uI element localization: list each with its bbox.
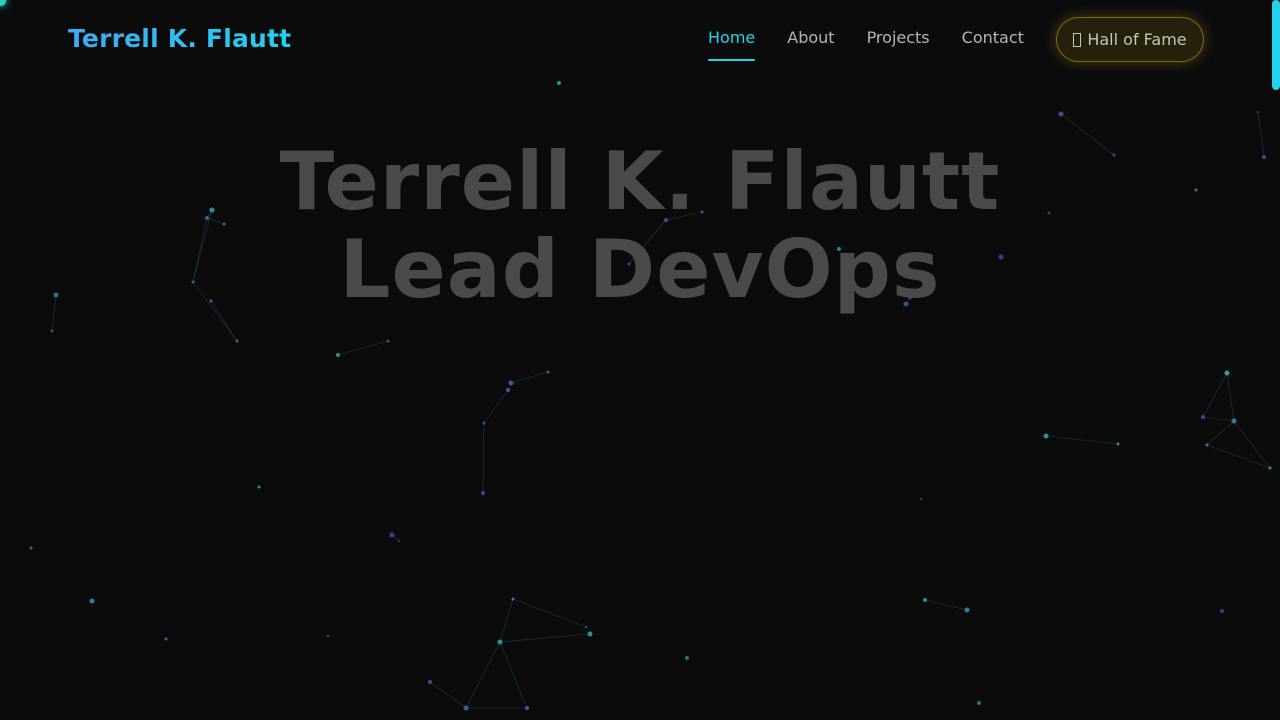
nav-link-projects[interactable]: Projects: [867, 28, 930, 61]
scrollbar-thumb[interactable]: [1272, 0, 1280, 90]
nav-link-about[interactable]: About: [787, 28, 834, 61]
page: Terrell K. Flautt Home About Projects Co…: [0, 0, 1280, 720]
nav-link-contact[interactable]: Contact: [962, 28, 1024, 61]
navbar: Terrell K. Flautt Home About Projects Co…: [0, 0, 1280, 80]
nav-link-home[interactable]: Home: [708, 28, 756, 61]
hall-of-fame-label: Hall of Fame: [1087, 30, 1187, 49]
brand-logo-text[interactable]: Terrell K. Flautt: [68, 24, 291, 54]
hero-title-line-name: Terrell K. Flautt: [279, 135, 1001, 228]
hero-title-line-role: Lead DevOps: [339, 223, 941, 316]
particle-network-background: [29, 81, 1272, 711]
hero-heading: Terrell K. Flautt Lead DevOps: [0, 138, 1280, 314]
trophy-icon: [1073, 32, 1082, 47]
hall-of-fame-button[interactable]: Hall of Fame: [1056, 17, 1204, 62]
nav-links: Home About Projects Contact: [708, 28, 1056, 61]
